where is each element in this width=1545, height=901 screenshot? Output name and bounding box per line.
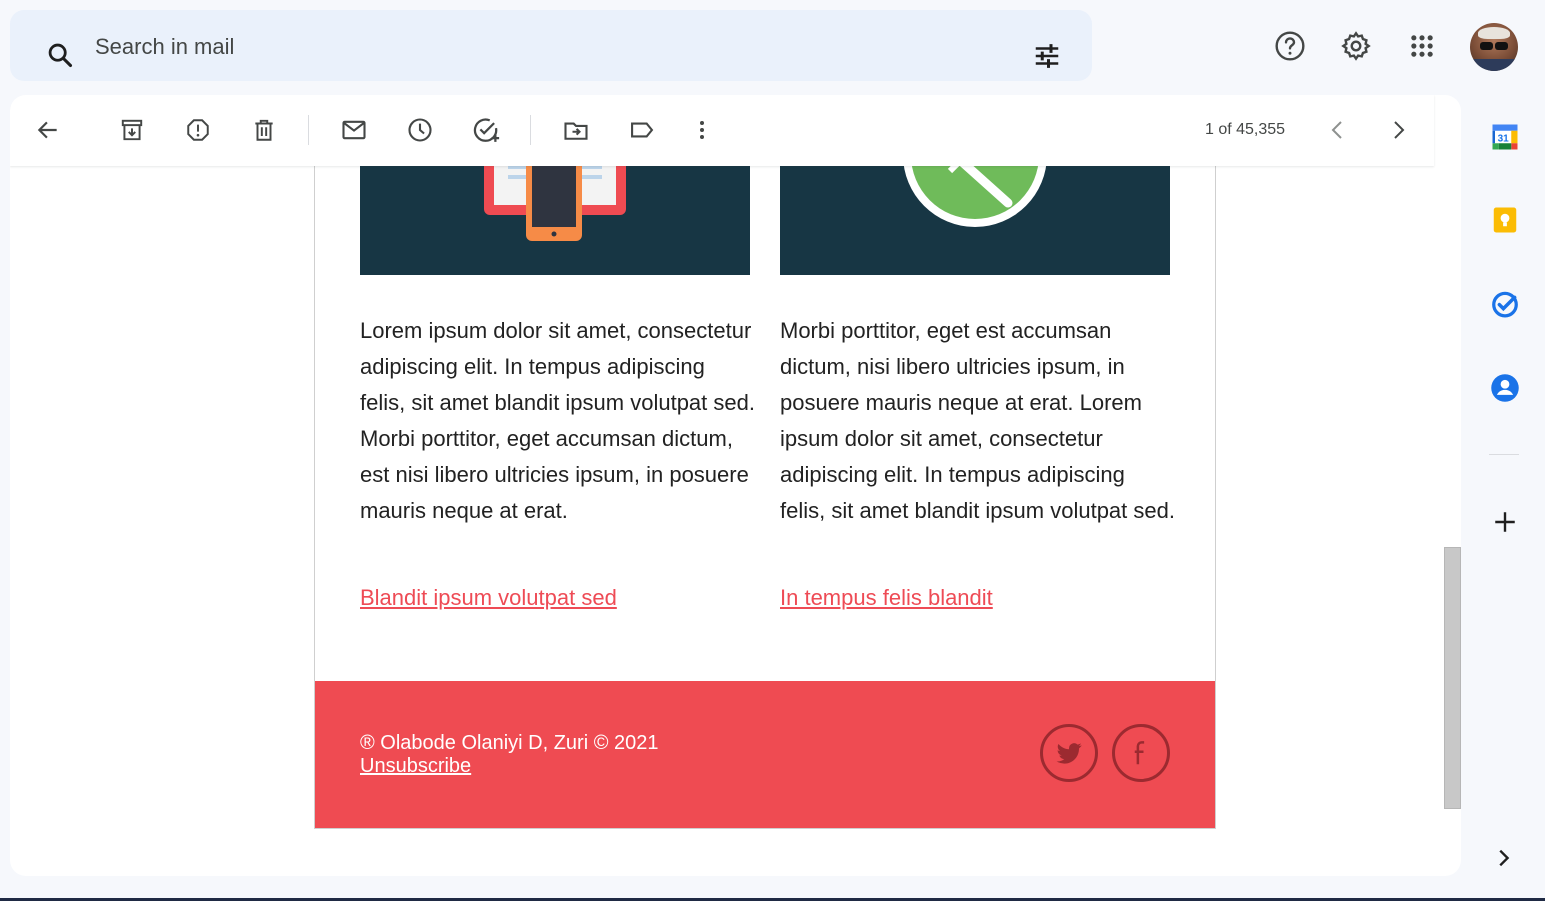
email-body: Lorem ipsum dolor sit amet, consectetur … [314, 155, 1216, 829]
pagination-count: 1 of 45,355 [1205, 121, 1286, 138]
avatar-shirt [1470, 59, 1518, 71]
delete-icon[interactable] [249, 115, 279, 145]
help-icon[interactable] [1273, 29, 1307, 63]
hero-image-tools [780, 155, 1170, 275]
move-to-icon[interactable] [561, 115, 591, 145]
add-to-tasks-icon[interactable] [471, 115, 501, 145]
avatar-glasses-left [1480, 42, 1493, 50]
tasks-icon[interactable] [1489, 288, 1521, 320]
account-avatar[interactable] [1470, 23, 1518, 71]
unsubscribe-link[interactable]: Unsubscribe [360, 755, 471, 778]
facebook-icon[interactable] [1112, 724, 1170, 782]
add-addon-icon[interactable] [1489, 506, 1521, 538]
calendar-day: 31 [1498, 133, 1510, 144]
more-vert-icon[interactable] [687, 115, 717, 145]
toolbar-divider [308, 115, 309, 145]
right-column-link[interactable]: In tempus felis blandit [780, 585, 993, 611]
back-arrow-icon[interactable] [33, 115, 63, 145]
older-icon[interactable] [1323, 115, 1353, 145]
left-column-link[interactable]: Blandit ipsum volutpat sed [360, 585, 617, 611]
scrollbar-thumb[interactable] [1444, 547, 1461, 809]
mark-unread-icon[interactable] [339, 115, 369, 145]
expand-panel-icon[interactable] [1487, 842, 1519, 874]
avatar-glasses-right [1495, 42, 1508, 50]
search-options-icon[interactable] [1032, 41, 1062, 76]
search-input[interactable]: Search in mail [95, 34, 234, 60]
label-icon[interactable] [627, 115, 657, 145]
toolbar-divider [530, 115, 531, 145]
keep-icon[interactable] [1489, 204, 1521, 236]
left-column-text: Lorem ipsum dolor sit amet, consectetur … [360, 318, 755, 523]
search-icon[interactable] [46, 41, 74, 74]
settings-icon[interactable] [1339, 29, 1373, 63]
calendar-icon[interactable]: 31 [1489, 121, 1521, 153]
hero-image-mobile [360, 155, 750, 275]
twitter-icon[interactable] [1040, 724, 1098, 782]
search-bar[interactable]: Search in mail [10, 10, 1092, 81]
apps-grid-icon[interactable] [1405, 29, 1439, 63]
snooze-icon[interactable] [405, 115, 435, 145]
footer-copyright: ® Olabode Olaniyi D, Zuri © 2021 [360, 732, 659, 754]
right-column-text: Morbi porttitor, eget est accumsan dictu… [780, 318, 1175, 523]
message-toolbar: 1 of 45,355 [10, 95, 1434, 166]
message-panel: 1 of 45,355 Lorem ipsum dolor sit amet, … [10, 95, 1461, 876]
side-panel-divider [1489, 454, 1519, 455]
avatar-hair [1478, 27, 1510, 39]
email-footer: ® Olabode Olaniyi D, Zuri © 2021 Unsubsc… [315, 681, 1215, 828]
archive-icon[interactable] [117, 115, 147, 145]
newer-icon[interactable] [1383, 115, 1413, 145]
contacts-icon[interactable] [1489, 372, 1521, 404]
report-spam-icon[interactable] [183, 115, 213, 145]
